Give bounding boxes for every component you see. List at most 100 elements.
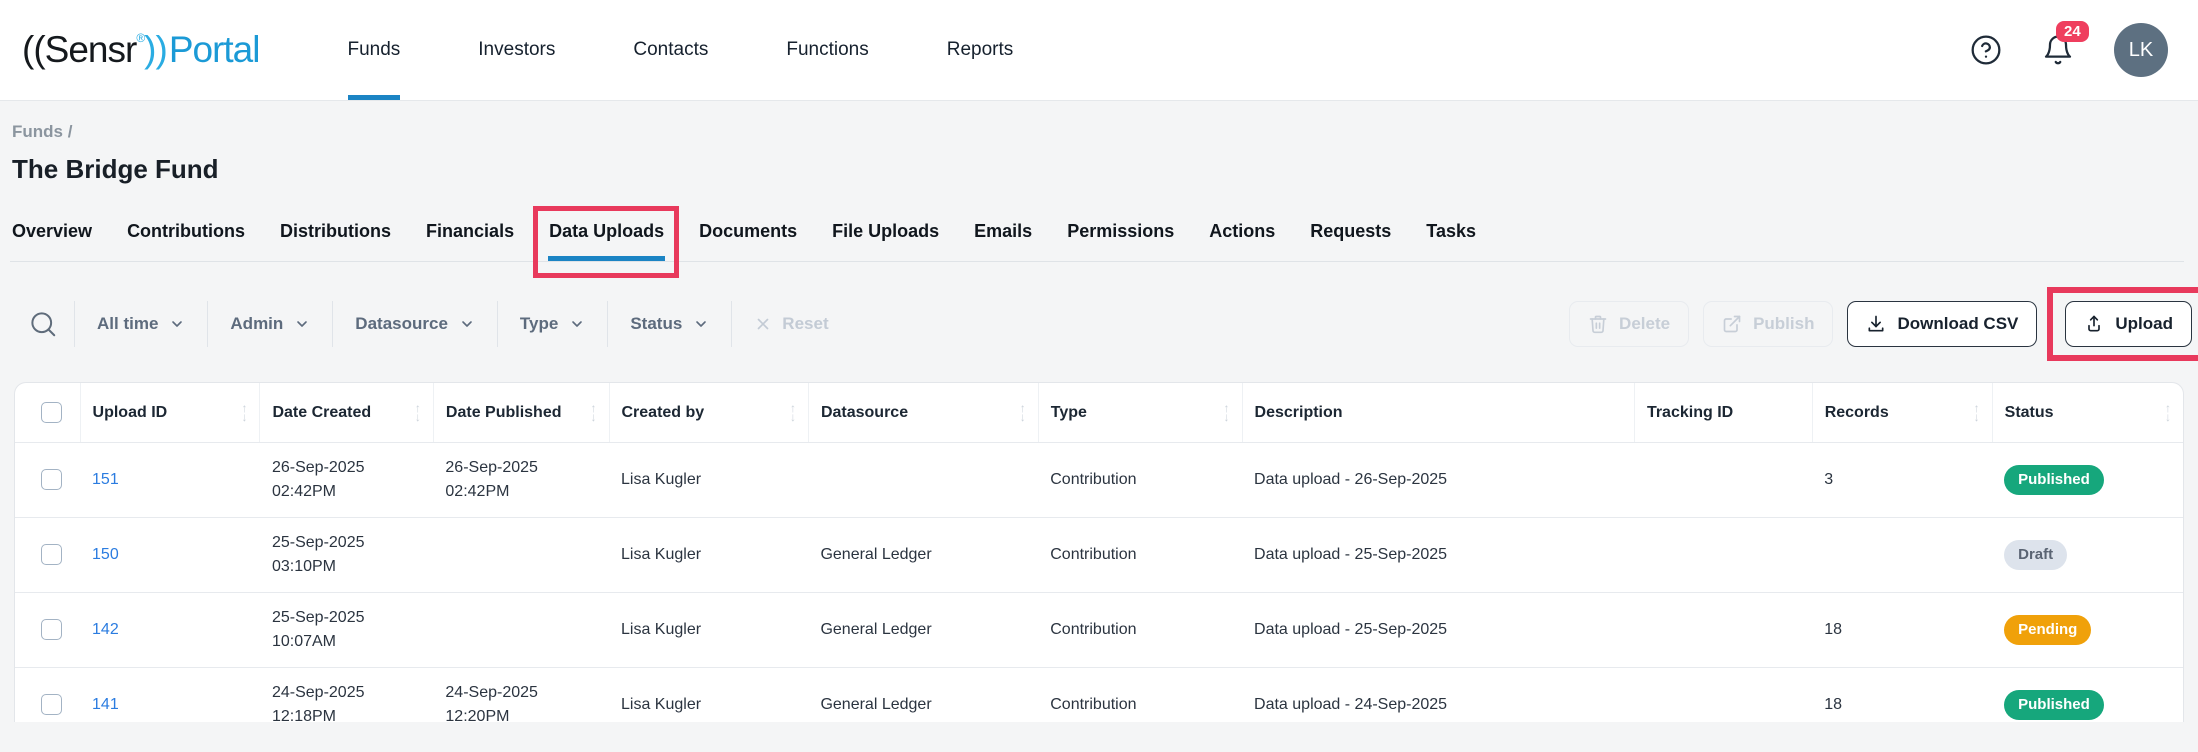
cell-date-published: 24-Sep-2025 12:20PM (433, 667, 609, 722)
upload-id-link[interactable]: 151 (92, 471, 119, 488)
tab-permissions[interactable]: Permissions (1067, 219, 1174, 243)
cell-select (15, 517, 81, 593)
cell-datasource (808, 442, 1039, 518)
search-icon (28, 309, 58, 339)
sort-arrows-icon[interactable]: ↑ ↓ (415, 402, 421, 423)
data-uploads-table: Upload ID ↑ ↓ Date Created ↑ ↓ Date Published ↑… (15, 383, 2183, 722)
cell-tracking-id (1634, 517, 1813, 593)
logo-name: Sensr (44, 29, 138, 70)
logo-product: Portal (168, 29, 261, 70)
row-checkbox[interactable] (41, 694, 62, 716)
column-header-id[interactable]: Upload ID ↑ ↓ (79, 383, 260, 443)
upload-button[interactable]: Upload (2065, 301, 2192, 347)
column-header-tracking: Tracking ID (1633, 383, 1813, 443)
cell-status: Published (1992, 667, 2183, 722)
filter-datasource[interactable]: Datasource (333, 314, 497, 334)
tab-financials[interactable]: Financials (426, 219, 514, 243)
table-row: 141 24-Sep-2025 12:18PM 24-Sep-2025 12:20PM L… (15, 667, 2183, 722)
table-header-row: Upload ID ↑ ↓ Date Created ↑ ↓ Date Published ↑… (15, 383, 2183, 443)
help-icon (1970, 34, 2002, 66)
column-header-created[interactable]: Date Created ↑ ↓ (259, 383, 434, 443)
brand-logo[interactable]: ((Sensr ®)) Portal (22, 29, 261, 71)
download-icon (1866, 314, 1886, 334)
nav-item-reports[interactable]: Reports (947, 0, 1014, 100)
sort-arrows-icon[interactable]: ↑ ↓ (1020, 402, 1026, 423)
cell-tracking-id (1634, 667, 1813, 722)
nav-item-funds[interactable]: Funds (347, 0, 400, 100)
avatar[interactable]: LK (2114, 23, 2168, 77)
cell-upload-id: 150 (80, 517, 260, 593)
tab-contributions[interactable]: Contributions (127, 219, 245, 243)
tab-file-uploads[interactable]: File Uploads (832, 219, 939, 243)
cell-records (1812, 517, 1993, 593)
cell-description: Data upload - 26-Sep-2025 (1242, 442, 1635, 518)
sort-arrows-icon[interactable]: ↑ ↓ (790, 402, 796, 423)
chevron-down-icon (294, 316, 310, 332)
reset-filters-button[interactable]: Reset (732, 314, 850, 334)
reset-label: Reset (782, 314, 829, 333)
filter-status[interactable]: Status (608, 314, 731, 334)
row-checkbox[interactable] (41, 469, 62, 491)
cell-records: 18 (1812, 592, 1993, 668)
tab-actions[interactable]: Actions (1209, 219, 1275, 243)
tab-distributions[interactable]: Distributions (280, 219, 391, 243)
cell-records: 3 (1812, 442, 1993, 518)
column-header-datasource[interactable]: Datasource ↑ ↓ (807, 383, 1039, 443)
filter-label: Datasource (355, 314, 448, 333)
column-label: Status (2004, 403, 2054, 421)
delete-button[interactable]: Delete (1569, 301, 1690, 347)
column-header-status[interactable]: Status ↑ ↓ (1991, 383, 2183, 443)
chevron-down-icon (169, 316, 185, 332)
cell-datasource: General Ledger (808, 667, 1039, 722)
column-header-type[interactable]: Type ↑ ↓ (1037, 383, 1243, 443)
filter-label: Status (630, 314, 683, 333)
breadcrumb[interactable]: Funds / (10, 121, 2184, 143)
filter-admin[interactable]: Admin (208, 314, 332, 334)
notification-count-badge: 24 (2056, 21, 2089, 42)
sort-arrows-icon[interactable]: ↑ ↓ (2165, 402, 2171, 423)
help-button[interactable] (1970, 34, 2002, 66)
upload-id-link[interactable]: 141 (92, 696, 119, 713)
sort-arrows-icon[interactable]: ↑ ↓ (1974, 402, 1980, 423)
tab-overview[interactable]: Overview (12, 219, 92, 243)
tab-data-uploads[interactable]: Data Uploads (533, 206, 680, 278)
topbar-right: 24 LK (1970, 21, 2168, 77)
tab-emails[interactable]: Emails (974, 219, 1032, 243)
column-label: Datasource (820, 403, 909, 421)
sort-arrows-icon[interactable]: ↑ ↓ (241, 402, 247, 423)
filter-type[interactable]: Type (498, 314, 607, 334)
select-all-checkbox[interactable] (41, 402, 62, 423)
tab-requests[interactable]: Requests (1310, 219, 1391, 243)
column-header-createdby[interactable]: Created by ↑ ↓ (608, 383, 809, 443)
cell-description: Data upload - 25-Sep-2025 (1242, 592, 1635, 668)
filter-label: Admin (230, 314, 284, 333)
page-content: Funds / The Bridge Fund Overview Contrib… (0, 101, 2198, 722)
sort-arrows-icon[interactable]: ↑ ↓ (1224, 402, 1230, 423)
logo-close-parens: )) (144, 29, 168, 70)
upload-id-link[interactable]: 142 (92, 621, 119, 638)
search-button[interactable] (28, 309, 58, 339)
download-csv-button[interactable]: Download CSV (1847, 301, 2038, 347)
notifications-button[interactable]: 24 (2042, 21, 2089, 66)
filter-date-range[interactable]: All time (75, 314, 207, 334)
nav-item-contacts[interactable]: Contacts (633, 0, 708, 100)
column-header-published[interactable]: Date Published ↑ ↓ (432, 383, 609, 443)
filter-toolbar: All time Admin Datasource Type Status Re… (10, 287, 2198, 361)
row-checkbox[interactable] (41, 619, 62, 641)
column-header-records[interactable]: Records ↑ ↓ (1811, 383, 1993, 443)
cell-created-by: Lisa Kugler (609, 592, 809, 668)
nav-item-functions[interactable]: Functions (786, 0, 868, 100)
row-checkbox[interactable] (41, 544, 62, 566)
cell-date-created: 24-Sep-2025 12:18PM (259, 667, 434, 722)
status-badge: Published (2004, 690, 2104, 720)
cell-records: 18 (1812, 667, 1993, 722)
sort-arrows-icon[interactable]: ↑ ↓ (591, 402, 597, 423)
cell-date-created: 25-Sep-2025 10:07AM (259, 592, 434, 668)
chevron-down-icon (569, 316, 585, 332)
cell-date-published: 26-Sep-2025 02:42PM (433, 442, 609, 518)
tab-tasks[interactable]: Tasks (1426, 219, 1476, 243)
publish-button[interactable]: Publish (1703, 301, 1834, 347)
upload-id-link[interactable]: 150 (92, 546, 119, 563)
tab-documents[interactable]: Documents (699, 219, 797, 243)
nav-item-investors[interactable]: Investors (478, 0, 555, 100)
